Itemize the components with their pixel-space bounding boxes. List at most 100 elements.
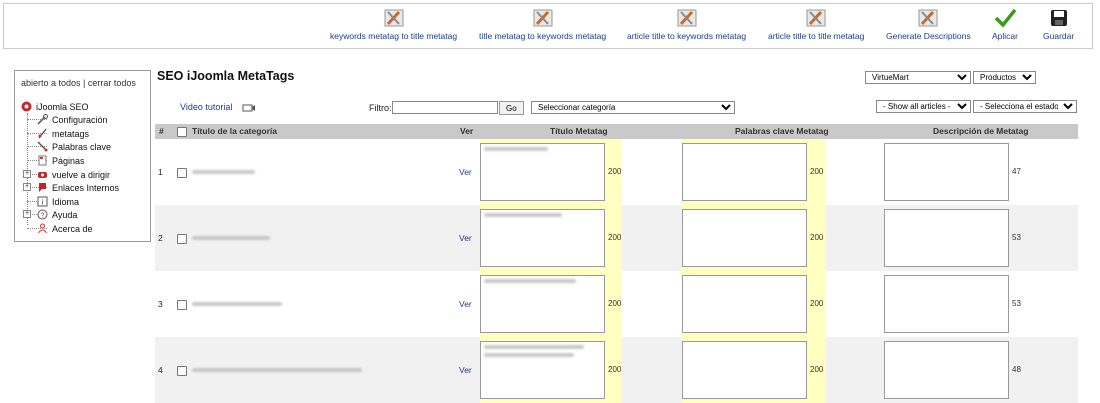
view-link[interactable]: Ver (459, 167, 472, 177)
title-metatag-textarea[interactable] (480, 341, 605, 399)
svg-text:?: ? (41, 213, 45, 220)
row-number: 1 (158, 167, 163, 177)
about-icon (38, 223, 47, 234)
state-select[interactable]: - Selecciona el estado - (973, 100, 1077, 113)
category-title-blurred[interactable] (192, 368, 362, 372)
apply-button[interactable]: Aplicar (992, 8, 1018, 41)
button-label: title metatag to keywords metatag (479, 31, 607, 41)
keywords-char-count: 200 (810, 299, 824, 308)
tools-icon (918, 9, 938, 27)
language-icon: i (37, 196, 48, 207)
row-number: 3 (158, 299, 163, 309)
row-checkbox[interactable] (177, 366, 187, 376)
sidebar-tree: abierto a todos | cerrar todos iJoomla S… (14, 70, 151, 242)
keywords-metatag-textarea[interactable] (682, 275, 807, 333)
table-header: # Título de la categoría Ver Título Meta… (155, 124, 1078, 139)
column-header-keywords-metatag: Palabras clave Metatag (735, 126, 829, 136)
filter-input[interactable] (392, 101, 498, 114)
source-select[interactable]: VirtueMart (865, 71, 971, 84)
save-button[interactable]: Guardar (1043, 8, 1074, 41)
sidebar-item-label: Ayuda (52, 209, 78, 220)
video-camera-icon[interactable] (242, 103, 256, 112)
description-metatag-textarea[interactable] (884, 275, 1009, 333)
redirect-icon (38, 172, 47, 178)
sidebar-item-label: Páginas (52, 155, 85, 166)
table-row: 1 Ver 200 200 47 (155, 139, 1078, 205)
article-title-to-keywords-button[interactable]: article title to keywords metatag (627, 8, 746, 41)
button-label: keywords metatag to title metatag (330, 31, 458, 41)
sidebar-item-metatags[interactable]: metatags (37, 128, 89, 139)
check-icon (994, 8, 1016, 28)
sidebar-item-label: vuelve a dirigir (52, 169, 111, 180)
description-char-count: 48 (1012, 365, 1021, 374)
tools-icon (677, 9, 697, 27)
column-header-ver: Ver (460, 126, 474, 136)
expand-help-icon[interactable]: + (23, 210, 31, 218)
table-row: 2 Ver 200 200 53 (155, 205, 1078, 271)
keywords-metatag-textarea[interactable] (682, 143, 807, 201)
video-tutorial-link[interactable]: Video tutorial (180, 102, 232, 112)
sidebar-item-vuelve-a-dirigir[interactable]: vuelve a dirigir (37, 169, 110, 180)
sidebar-item-configuracion[interactable]: Configuración (37, 114, 108, 125)
filter-label: Filtro: (369, 103, 392, 113)
link-icon (39, 183, 46, 192)
select-all-checkbox[interactable] (177, 127, 187, 137)
sidebar-item-label: Acerca de (52, 223, 93, 234)
view-link[interactable]: Ver (459, 233, 472, 243)
title-metatag-textarea[interactable] (480, 275, 605, 333)
keywords-char-count: 200 (810, 167, 824, 176)
type-select[interactable]: Productos (973, 71, 1036, 84)
keywords-metatag-textarea[interactable] (682, 209, 807, 267)
sidebar-item-palabras-clave[interactable]: Palabras clave (37, 141, 111, 152)
title-to-keywords-button[interactable]: title metatag to keywords metatag (479, 8, 606, 41)
row-checkbox[interactable] (177, 168, 187, 178)
title-char-count: 200 (608, 365, 622, 374)
view-link[interactable]: Ver (459, 365, 472, 375)
category-title-blurred[interactable] (192, 170, 255, 174)
generate-descriptions-button[interactable]: Generate Descriptions (886, 8, 971, 41)
wrench-icon (37, 114, 48, 125)
sidebar-item-idioma[interactable]: i Idioma (37, 196, 79, 207)
tree-root[interactable]: iJoomla SEO (21, 101, 89, 112)
column-header-title-metatag: Título Metatag (550, 126, 608, 136)
article-title-to-title-button[interactable]: article title to title metatag (768, 8, 864, 41)
tag-icon (38, 128, 47, 139)
keywords-metatag-textarea[interactable] (682, 341, 807, 399)
tree-toggle-links[interactable]: abierto a todos | cerrar todos (21, 78, 136, 88)
description-metatag-textarea[interactable] (884, 341, 1009, 399)
column-header-description-metatag: Descripción de Metatag (933, 126, 1029, 136)
sidebar-item-label: Configuración (52, 114, 108, 125)
go-button[interactable]: Go (499, 101, 524, 115)
sidebar-item-ayuda[interactable]: ? Ayuda (37, 209, 77, 220)
description-metatag-textarea[interactable] (884, 143, 1009, 201)
category-title-blurred[interactable] (192, 302, 282, 306)
column-header-num: # (159, 126, 164, 136)
keywords-to-title-button[interactable]: keywords metatag to title metatag (330, 8, 457, 41)
sidebar-item-paginas[interactable]: Páginas (37, 155, 85, 166)
page-title: SEO iJoomla MetaTags (157, 69, 295, 83)
view-link[interactable]: Ver (459, 299, 472, 309)
button-label: Aplicar (992, 31, 1018, 41)
expand-links-icon[interactable]: + (23, 183, 31, 191)
category-title-blurred[interactable] (192, 236, 270, 240)
expand-redirect-icon[interactable]: + (23, 170, 31, 178)
table-row: 4 Ver 200 200 48 (155, 337, 1078, 403)
title-metatag-textarea[interactable] (480, 143, 605, 201)
title-char-count: 200 (608, 299, 622, 308)
ijoomla-logo-icon (21, 101, 32, 112)
title-metatag-textarea[interactable] (480, 209, 605, 267)
column-header-title[interactable]: Título de la categoría (192, 126, 277, 136)
articles-select[interactable]: - Show all articles - (876, 100, 971, 113)
sidebar-item-enlaces-internos[interactable]: Enlaces Internos (37, 182, 119, 193)
row-number: 2 (158, 233, 163, 243)
row-checkbox[interactable] (177, 300, 187, 310)
help-icon: ? (37, 209, 48, 220)
category-select[interactable]: Seleccionar categoría (531, 101, 735, 114)
keywords-char-count: 200 (810, 233, 824, 242)
description-metatag-textarea[interactable] (884, 209, 1009, 267)
tools-icon (806, 9, 826, 27)
title-char-count: 200 (608, 167, 622, 176)
sidebar-item-acerca-de[interactable]: Acerca de (37, 223, 93, 234)
sidebar-item-label: metatags (52, 128, 90, 139)
row-checkbox[interactable] (177, 234, 187, 244)
